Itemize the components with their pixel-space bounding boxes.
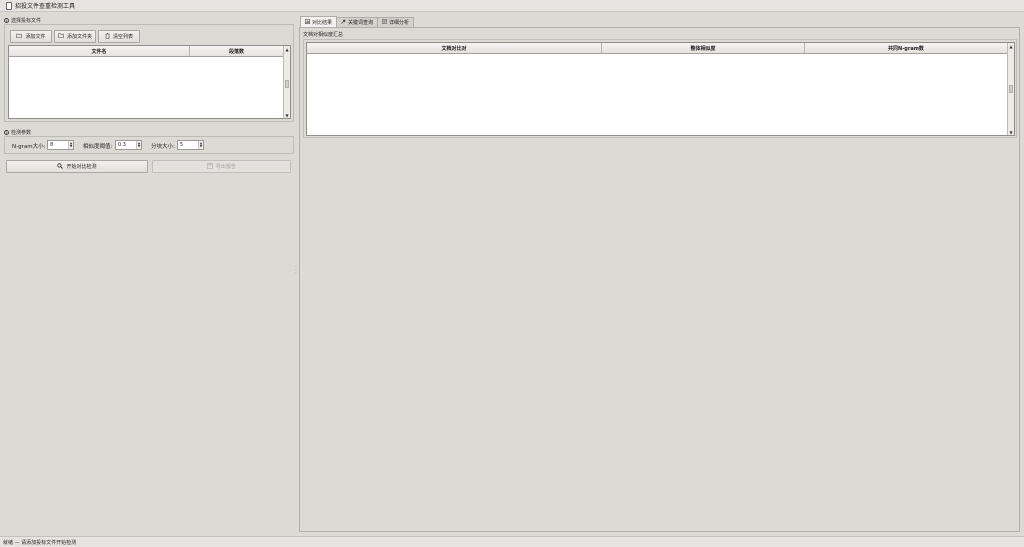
file-table[interactable]: 文件名 段落数 ▲ ▼ <box>8 45 291 119</box>
ngram-spinbox[interactable]: 8 ▲ ▼ <box>47 140 74 150</box>
tab-label: 详细分析 <box>389 20 410 26</box>
threshold-value: 0.3 <box>118 142 126 148</box>
add-folder-button[interactable]: 添加文件夹 <box>54 30 96 43</box>
files-group-label: 选择投标文件 <box>11 18 42 24</box>
folder-open-icon <box>16 33 23 40</box>
tab-label: 关键词查询 <box>348 20 374 26</box>
scroll-up-arrow-icon[interactable]: ▲ <box>284 46 290 52</box>
pin-icon <box>341 19 346 26</box>
ngram-label: N-gram大小: <box>12 144 46 150</box>
spin-arrows-icon[interactable]: ▲ ▼ <box>136 141 141 149</box>
chart-icon <box>305 18 310 26</box>
document-icon <box>382 19 387 26</box>
scroll-up-arrow-icon[interactable]: ▲ <box>1008 43 1014 49</box>
results-groupbox: 文档对比对 整体相似度 共同N-gram数 ▲ ▼ <box>303 39 1017 138</box>
results-table-scrollbar[interactable]: ▲ ▼ <box>1007 43 1014 135</box>
scroll-thumb[interactable] <box>285 80 289 88</box>
tab-label: 对比结果 <box>312 19 333 26</box>
add-folder-label: 添加文件夹 <box>66 34 92 40</box>
step-number-badge: 1 <box>4 18 9 23</box>
spin-arrows-icon[interactable]: ▲ ▼ <box>68 141 73 149</box>
step-number-badge: 2 <box>4 130 9 135</box>
save-icon <box>207 162 213 171</box>
results-section-title: 文档对相似度汇总 <box>303 32 344 38</box>
title-bar: 招投文件查重检测工具 <box>0 0 1024 12</box>
chunk-label: 分块大小: <box>151 144 175 150</box>
threshold-label: 相似度阈值: <box>83 144 113 150</box>
tab-compare-results[interactable]: 对比结果 <box>300 16 338 27</box>
add-file-button[interactable]: 添加文件 <box>10 30 52 43</box>
tab-detail-analysis[interactable]: 详细分析 <box>377 17 415 27</box>
threshold-spinbox[interactable]: 0.3 ▲ ▼ <box>115 140 142 150</box>
params-group-label: 检测参数 <box>11 130 32 136</box>
export-report-label: 导出报告 <box>215 164 236 170</box>
folder-icon <box>58 33 64 40</box>
scroll-thumb[interactable] <box>1009 85 1013 93</box>
column-header-filename[interactable]: 文件名 <box>9 46 190 56</box>
file-table-header: 文件名 段落数 <box>9 46 284 57</box>
magnifier-icon <box>57 162 64 171</box>
files-groupbox: 添加文件 添加文件夹 清空列表 文件名 段落数 ▲ ▼ <box>4 24 294 122</box>
scroll-down-arrow-icon[interactable]: ▼ <box>284 112 290 118</box>
column-header-doc-pair[interactable]: 文档对比对 <box>307 43 602 53</box>
params-group-title: 2 检测参数 <box>4 129 31 136</box>
file-table-scrollbar[interactable]: ▲ ▼ <box>283 46 290 118</box>
window-title: 招投文件查重检测工具 <box>15 3 76 10</box>
status-text: 就绪 — 请添加投标文件开始检测 <box>3 539 77 546</box>
scroll-down-arrow-icon[interactable]: ▼ <box>1008 129 1014 135</box>
chunk-value: 5 <box>180 142 184 148</box>
ngram-value: 8 <box>50 142 54 148</box>
export-report-button[interactable]: 导出报告 <box>152 160 291 173</box>
tab-keyword-query[interactable]: 关键词查询 <box>336 17 379 27</box>
results-table-header: 文档对比对 整体相似度 共同N-gram数 <box>307 43 1008 54</box>
spin-arrows-icon[interactable]: ▲ ▼ <box>198 141 203 149</box>
chunk-spinbox[interactable]: 5 ▲ ▼ <box>177 140 204 150</box>
clear-list-button[interactable]: 清空列表 <box>98 30 140 43</box>
results-table[interactable]: 文档对比对 整体相似度 共同N-gram数 ▲ ▼ <box>306 42 1015 136</box>
start-compare-label: 开始对比检测 <box>66 164 97 170</box>
trash-icon <box>105 32 110 41</box>
results-tabbar: 对比结果 关键词查询 详细分析 <box>300 16 415 27</box>
start-compare-button[interactable]: 开始对比检测 <box>6 160 148 173</box>
files-group-title: 1 选择投标文件 <box>4 17 41 24</box>
column-header-common-ngrams[interactable]: 共同N-gram数 <box>805 43 1008 53</box>
clear-list-label: 清空列表 <box>112 34 133 40</box>
tab-panel: 文档对相似度汇总 文档对比对 整体相似度 共同N-gram数 ▲ ▼ <box>299 27 1020 532</box>
column-header-paragraphs[interactable]: 段落数 <box>190 46 284 56</box>
splitter-handle[interactable]: · · · <box>295 265 297 277</box>
add-file-label: 添加文件 <box>25 34 46 40</box>
params-groupbox: N-gram大小: 8 ▲ ▼ 相似度阈值: 0.3 ▲ ▼ 分块大小: 5 ▲ ▼ <box>4 136 294 154</box>
column-header-overall-similarity[interactable]: 整体相似度 <box>602 43 805 53</box>
app-icon <box>6 1 12 10</box>
status-bar: 就绪 — 请添加投标文件开始检测 <box>0 536 1024 547</box>
